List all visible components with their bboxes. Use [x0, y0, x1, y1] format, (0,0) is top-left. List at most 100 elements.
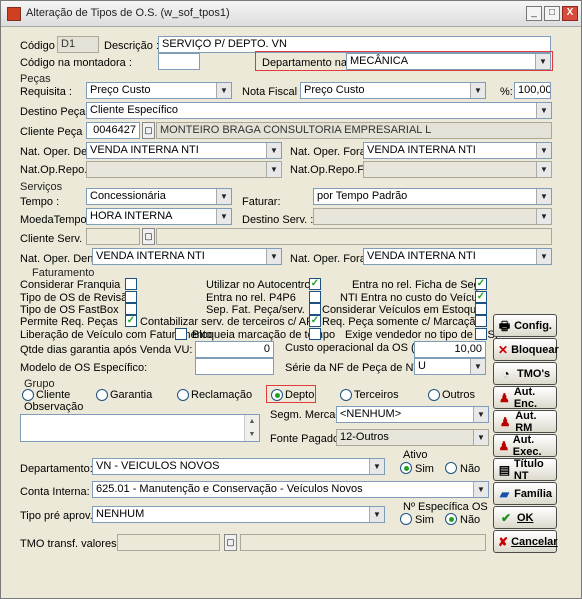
check-icon: ✔ — [500, 510, 512, 525]
descricao-label: Descrição : — [104, 40, 160, 52]
qtde-garantia-field[interactable]: 0 — [195, 341, 274, 358]
serie-nf-select[interactable]: U ▼ — [414, 358, 486, 375]
close-button[interactable]: X — [562, 6, 578, 21]
entra-p4p6-checkbox[interactable] — [309, 291, 321, 303]
serv-nat-fora-select[interactable]: VENDA INTERNA NTI ▼ — [363, 248, 552, 265]
req-peca-marcacao-checkbox[interactable] — [475, 315, 487, 327]
car-icon: ▰ — [499, 486, 510, 501]
permite-req-pecas-checkbox[interactable]: ✓ — [125, 315, 137, 327]
maximize-button[interactable]: □ — [544, 6, 560, 21]
utilizar-autocentro-checkbox[interactable]: ✓ — [309, 278, 321, 290]
liberacao-veiculo-checkbox[interactable] — [175, 328, 187, 340]
entra-ficha-seg-label: Entra no rel. Ficha de Seg. — [352, 279, 483, 291]
lookup-icon[interactable]: ▢ — [142, 228, 155, 245]
tmos-button[interactable]: ◔ TMO's — [493, 362, 557, 385]
bloqueia-marcacao-checkbox[interactable] — [309, 328, 321, 340]
custo-operacional-label: Custo operacional da OS (%) — [285, 342, 429, 354]
custo-operacional-field[interactable]: 10,00 — [414, 341, 486, 358]
chevron-down-icon: ▼ — [266, 162, 281, 177]
minimize-button[interactable]: _ — [526, 6, 542, 21]
scroll-down-icon[interactable]: ▼ — [245, 428, 259, 441]
fonte-pagadora-value: 12-Outros — [340, 431, 389, 443]
grupo-reclamacao-radio[interactable] — [177, 389, 189, 401]
aut-enc-button[interactable]: ♟ Aut. Enc. — [493, 386, 557, 410]
modelo-os-field[interactable] — [195, 358, 274, 375]
titulo-nt-label: Título NT — [513, 457, 544, 482]
nat-repo-den-select[interactable]: ▼ — [86, 161, 282, 178]
window-title: Alteração de Tipos de O.S. (w_sof_tpos1) — [26, 7, 230, 19]
observacao-label: Observação — [24, 401, 84, 413]
considerar-veiculos-estoque-checkbox[interactable] — [475, 303, 487, 315]
moeda-tempo-select[interactable]: HORA INTERNA ▼ — [86, 208, 232, 225]
chevron-down-icon: ▼ — [536, 162, 551, 177]
destino-peca-select[interactable]: Cliente Específico ▼ — [86, 102, 552, 119]
cancelar-label: Cancelar — [511, 535, 558, 548]
pecas-title: Peças — [20, 73, 51, 85]
familia-button[interactable]: ▰ Família — [493, 482, 557, 505]
nat-repo-fora-select[interactable]: ▼ — [363, 161, 552, 178]
aut-exec-button[interactable]: ♟ Aut. Exec. — [493, 433, 557, 458]
tmo-transf-code[interactable] — [117, 534, 220, 551]
depto-nf-value: MECÂNICA — [350, 55, 409, 67]
aut-exec-label: Aut. Exec. — [512, 433, 542, 458]
codigo-montadora-field[interactable] — [158, 53, 200, 70]
servicos-title: Serviços — [20, 181, 63, 193]
chevron-down-icon: ▼ — [369, 459, 384, 474]
requisita-select[interactable]: Preço Custo ▼ — [86, 82, 232, 99]
considerar-franquia-label: Considerar Franquia — [20, 279, 121, 291]
segm-mercado-value: <NENHUM> — [340, 408, 402, 420]
depto-nf-select[interactable]: MECÂNICA ▼ — [346, 53, 551, 70]
nota-fiscal-select[interactable]: Preço Custo ▼ — [300, 82, 486, 99]
ativo-sim-radio[interactable] — [400, 462, 412, 474]
tipo-os-revisao-checkbox[interactable] — [125, 291, 137, 303]
fonte-pagadora-select[interactable]: 12-Outros ▼ — [336, 429, 489, 446]
tempo-select[interactable]: Concessionária ▼ — [86, 188, 232, 205]
nti-entra-custo-checkbox[interactable]: ✓ — [475, 291, 487, 303]
exige-vendedor-checkbox[interactable] — [475, 328, 487, 340]
grupo-cliente-radio[interactable] — [22, 389, 34, 401]
titulo-nt-button[interactable]: ▤ Título NT — [493, 457, 557, 482]
faturar-select[interactable]: por Tempo Padrão ▼ — [313, 188, 552, 205]
lookup-icon[interactable]: ▢ — [224, 534, 237, 551]
bloquear-button[interactable]: ✕ Bloquear — [493, 338, 559, 361]
tipo-pre-aprov-select[interactable]: NENHUM ▼ — [92, 506, 385, 523]
nat-fora-select[interactable]: VENDA INTERNA NTI ▼ — [363, 142, 552, 159]
considerar-franquia-checkbox[interactable] — [125, 278, 137, 290]
nat-fora-label: Nat. Oper. Fora: — [290, 146, 369, 158]
observacao-textarea[interactable]: ▲ ▼ — [20, 414, 260, 442]
cliente-peca-code[interactable]: 0046427 — [86, 122, 140, 139]
scrollbar[interactable]: ▲ ▼ — [244, 415, 259, 441]
chevron-down-icon: ▼ — [536, 189, 551, 204]
nro-especifica-nao-radio[interactable] — [445, 513, 457, 525]
aut-rm-button[interactable]: ♟ Aut. RM — [493, 410, 557, 434]
grupo-cliente-label: Cliente — [36, 389, 71, 401]
grupo-outros-radio[interactable] — [428, 389, 440, 401]
nat-dentro-select[interactable]: VENDA INTERNA NTI ▼ — [86, 142, 282, 159]
cancelar-button[interactable]: ✘ Cancelar — [493, 530, 558, 553]
nro-especifica-sim-radio[interactable] — [400, 513, 412, 525]
grupo-terceiros-radio[interactable] — [340, 389, 352, 401]
entra-ficha-seg-checkbox[interactable]: ✓ — [475, 278, 487, 290]
ok-button[interactable]: ✔ OK — [493, 506, 557, 529]
contabilizar-terceiros-checkbox[interactable]: ✓ — [309, 315, 321, 327]
pct-field[interactable]: 100,00 — [514, 82, 551, 99]
segm-mercado-select[interactable]: <NENHUM> ▼ — [336, 406, 489, 423]
config-button[interactable]: 🖶 Config. — [493, 314, 557, 337]
grupo-garantia-radio[interactable] — [96, 389, 108, 401]
serv-nat-dentro-select[interactable]: VENDA INTERNA NTI ▼ — [92, 248, 282, 265]
scroll-up-icon[interactable]: ▲ — [245, 415, 259, 428]
departamento-select[interactable]: VN - VEICULOS NOVOS ▼ — [92, 458, 385, 475]
cliente-serv-code[interactable] — [86, 228, 140, 245]
sep-fat-peca-checkbox[interactable] — [309, 303, 321, 315]
chevron-down-icon: ▼ — [535, 54, 550, 69]
chevron-down-icon: ▼ — [266, 143, 281, 158]
grupo-depto-radio[interactable] — [271, 389, 283, 401]
tipo-os-fastbox-label: Tipo de OS FastBox — [20, 304, 119, 316]
lookup-icon[interactable]: ▢ — [142, 122, 155, 139]
tipo-os-fastbox-checkbox[interactable] — [125, 303, 137, 315]
tmo-transf-name — [240, 534, 486, 551]
ativo-nao-radio[interactable] — [445, 462, 457, 474]
conta-interna-select[interactable]: 625.01 - Manutenção e Conservação - Veíc… — [92, 481, 489, 498]
destino-serv-select[interactable]: ▼ — [313, 208, 552, 225]
codigo-field[interactable]: D1 — [57, 36, 99, 53]
